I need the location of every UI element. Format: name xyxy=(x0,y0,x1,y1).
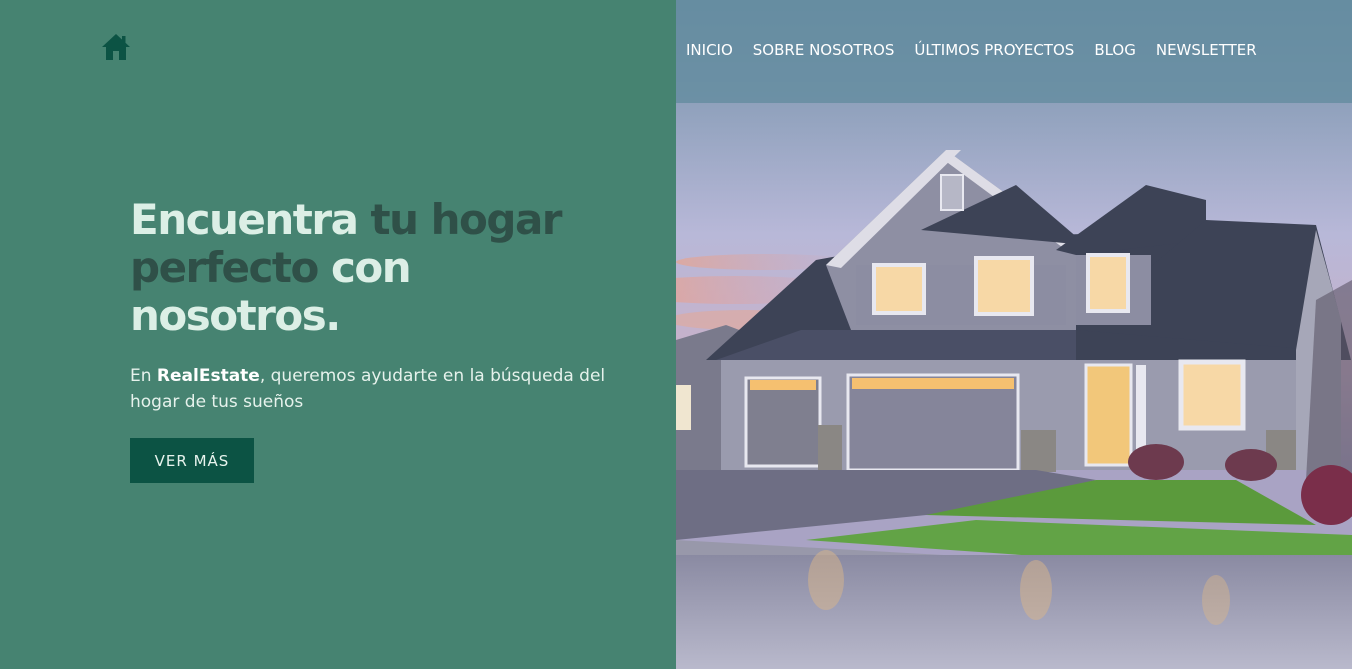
nav-item-newsletter[interactable]: NEWSLETTER xyxy=(1156,41,1257,59)
main-navigation: INICIO SOBRE NOSOTROS ÚLTIMOS PROYECTOS … xyxy=(676,0,1352,103)
home-logo-link[interactable] xyxy=(100,32,132,62)
ver-mas-button[interactable]: VER MÁS xyxy=(130,438,254,483)
nav-item-sobre-nosotros[interactable]: SOBRE NOSOTROS xyxy=(753,41,895,59)
brand-name: RealEstate xyxy=(156,366,260,386)
house-image-panel: INICIO SOBRE NOSOTROS ÚLTIMOS PROYECTOS … xyxy=(676,0,1352,669)
house-icon xyxy=(102,34,130,60)
hero-desc-prefix: En xyxy=(130,366,157,386)
nav-list: INICIO SOBRE NOSOTROS ÚLTIMOS PROYECTOS … xyxy=(686,41,1277,59)
hero-panel: Encuentra tu hogar perfecto con nosotros… xyxy=(0,0,676,669)
nav-item-ultimos-proyectos[interactable]: ÚLTIMOS PROYECTOS xyxy=(914,41,1074,59)
page: Encuentra tu hogar perfecto con nosotros… xyxy=(0,0,1352,669)
hero-title-part1: Encuentra xyxy=(130,195,371,244)
nav-item-blog[interactable]: BLOG xyxy=(1094,41,1136,59)
nav-item-inicio[interactable]: INICIO xyxy=(686,41,733,59)
hero-title: Encuentra tu hogar perfecto con nosotros… xyxy=(130,196,600,340)
hero-description: En RealEstate, queremos ayudarte en la b… xyxy=(130,363,610,415)
